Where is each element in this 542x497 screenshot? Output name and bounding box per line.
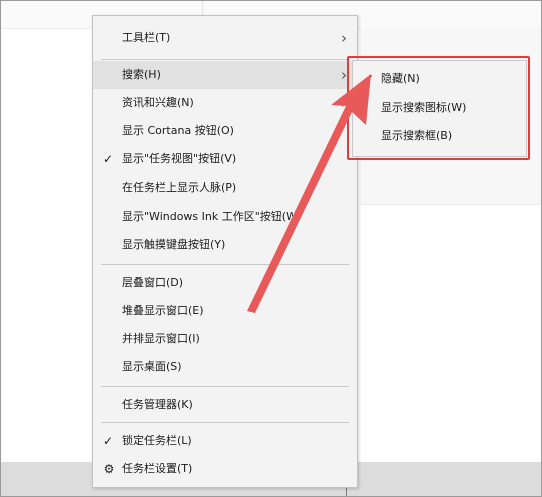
annotation-arrow-shape — [247, 74, 371, 313]
annotation-arrow — [247, 74, 371, 313]
